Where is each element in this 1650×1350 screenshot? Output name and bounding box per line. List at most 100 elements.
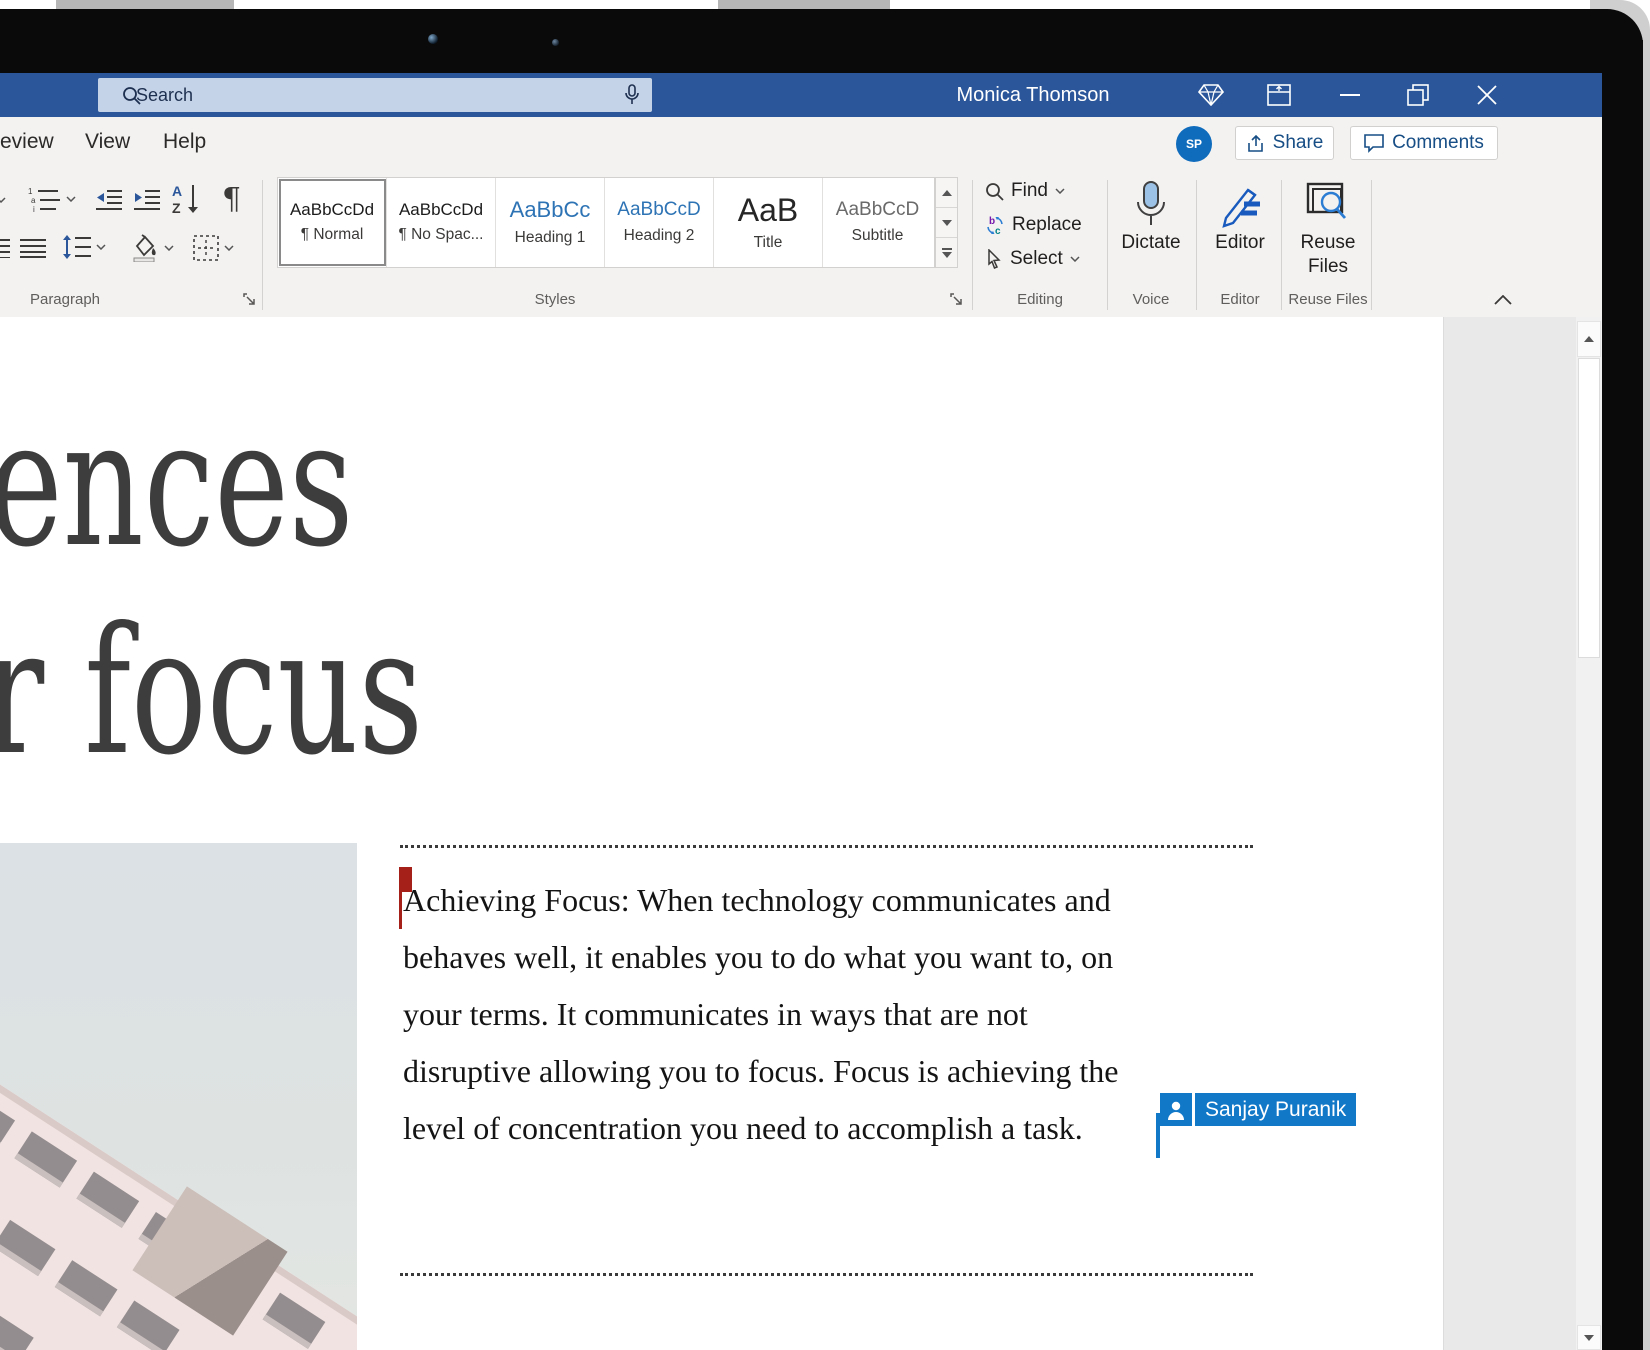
document-paragraph[interactable]: Achieving Focus: When technology communi… [403,872,1118,1157]
editing-group-label: Editing [985,291,1095,308]
find-button[interactable]: Find [985,180,1065,202]
dictate-label: Dictate [1110,232,1192,254]
search-input[interactable]: Search [98,78,652,112]
person-icon [1160,1093,1192,1126]
reuse-files-button[interactable] [1306,182,1350,228]
style-subtitle[interactable]: AaBbCcD Subtitle [823,178,932,267]
paragraph-line: Achieving Focus: When technology communi… [403,872,1118,929]
style-heading2[interactable]: AaBbCcD Heading 2 [605,178,714,267]
style-heading1[interactable]: AaBbCc Heading 1 [496,178,605,267]
replace-label: Replace [1012,214,1082,236]
ribbon: 1 a i AZ ¶ [0,170,1602,318]
gallery-scroll-down[interactable] [936,208,957,238]
sort-button[interactable]: AZ [172,183,202,215]
avatar[interactable]: SP [1176,126,1212,162]
ribbon-display-options-icon[interactable] [1265,73,1293,117]
document-photo[interactable] [0,843,357,1350]
webcam-icon [552,39,559,46]
document-page[interactable]: ences r focus Achieving Focus: When tech… [0,317,1602,1350]
gallery-more-button[interactable] [936,238,957,267]
reuse-files-label-line2: Files [1286,256,1370,278]
styles-dialog-launcher[interactable] [950,293,964,307]
vertical-scrollbar[interactable] [1576,317,1602,1350]
collab-cursor-red-flag [399,867,412,892]
reuse-files-label-line1: Reuse [1286,232,1370,254]
svg-text:a: a [31,196,36,205]
ribbon-tab-row: eview View Help SP Share Comments [0,117,1602,170]
select-icon [985,249,1003,269]
scrollbar-up-button[interactable] [1577,321,1601,357]
find-icon [985,182,1004,201]
premium-diamond-icon[interactable] [1197,73,1225,117]
select-button[interactable]: Select [985,248,1080,270]
voice-group-label: Voice [1110,291,1192,308]
styles-gallery-scroll [935,177,958,268]
comments-label: Comments [1392,132,1484,154]
document-heading-line1[interactable]: ences [0,397,354,572]
group-divider [1196,180,1197,310]
dotted-divider [400,1273,1253,1276]
reuse-files-group-label: Reuse Files [1282,291,1374,308]
editor-group-label: Editor [1200,291,1280,308]
editor-pen-icon [1220,182,1262,228]
shading-button[interactable] [128,234,174,262]
styles-gallery: AaBbCcDd ¶ Normal AaBbCcDd ¶ No Spac... … [277,177,935,268]
reuse-files-icon [1306,182,1350,228]
dictate-button[interactable] [1134,180,1168,232]
style-no-spacing[interactable]: AaBbCcDd ¶ No Spac... [387,178,496,267]
restore-button[interactable] [1404,73,1432,117]
group-divider [1107,180,1108,310]
document-heading-line2[interactable]: r focus [0,605,423,780]
show-paragraph-marks-button[interactable]: ¶ [222,182,241,217]
style-normal[interactable]: AaBbCcDd ¶ Normal [278,178,387,267]
style-title[interactable]: AaB Title [714,178,823,267]
increase-indent-button[interactable] [133,188,161,210]
search-placeholder: Search [136,85,193,106]
borders-button[interactable] [192,234,234,262]
webcam-icon [428,34,438,44]
collab-cursor-red-stem [399,892,402,929]
paragraph-dialog-launcher[interactable] [243,293,257,307]
collapse-ribbon-button[interactable] [1494,295,1512,305]
tab-review[interactable]: eview [0,117,54,170]
dotted-divider [400,845,1253,848]
comment-icon [1364,134,1384,153]
align-button[interactable] [0,238,10,258]
editor-button[interactable] [1220,182,1262,228]
line-spacing-button[interactable] [62,234,106,260]
laptop-bezel [0,9,1643,73]
svg-text:c: c [995,226,1001,235]
justify-button[interactable] [20,238,46,258]
group-divider [972,180,973,310]
share-button[interactable]: Share [1235,126,1334,160]
close-button[interactable] [1473,73,1501,117]
svg-text:A: A [172,183,182,199]
decrease-indent-button[interactable] [95,188,123,210]
gallery-scroll-up[interactable] [936,178,957,208]
replace-button[interactable]: bc Replace [985,214,1082,236]
tab-view[interactable]: View [85,117,130,170]
scrollbar-thumb[interactable] [1578,358,1600,658]
multilevel-list-button[interactable]: 1 a i [28,186,76,212]
svg-text:Z: Z [172,200,181,215]
collaborator-name: Sanjay Puranik [1195,1093,1356,1126]
tab-help[interactable]: Help [163,117,206,170]
paragraph-line: behaves well, it enables you to do what … [403,929,1118,986]
comments-button[interactable]: Comments [1350,126,1498,160]
scrollbar-down-button[interactable] [1577,1325,1601,1350]
hinge-tab [56,0,234,9]
group-divider [1371,180,1372,310]
group-divider [262,180,263,310]
search-mic-icon[interactable] [624,84,640,106]
laptop-bezel [1602,40,1643,1350]
paragraph-group-label: Paragraph [10,291,120,308]
svg-text:1: 1 [28,187,33,196]
minimize-button[interactable] [1336,73,1364,117]
screen: Search Monica Thomson eview View Help SP [0,0,1650,1350]
microphone-icon [1134,180,1168,232]
select-label: Select [1010,248,1063,270]
svg-text:i: i [33,205,35,212]
collab-cursor-blue-caret [1156,1113,1160,1158]
paragraph-line: disruptive allowing you to focus. Focus … [403,1043,1118,1100]
chevron-down-icon[interactable] [0,197,6,203]
